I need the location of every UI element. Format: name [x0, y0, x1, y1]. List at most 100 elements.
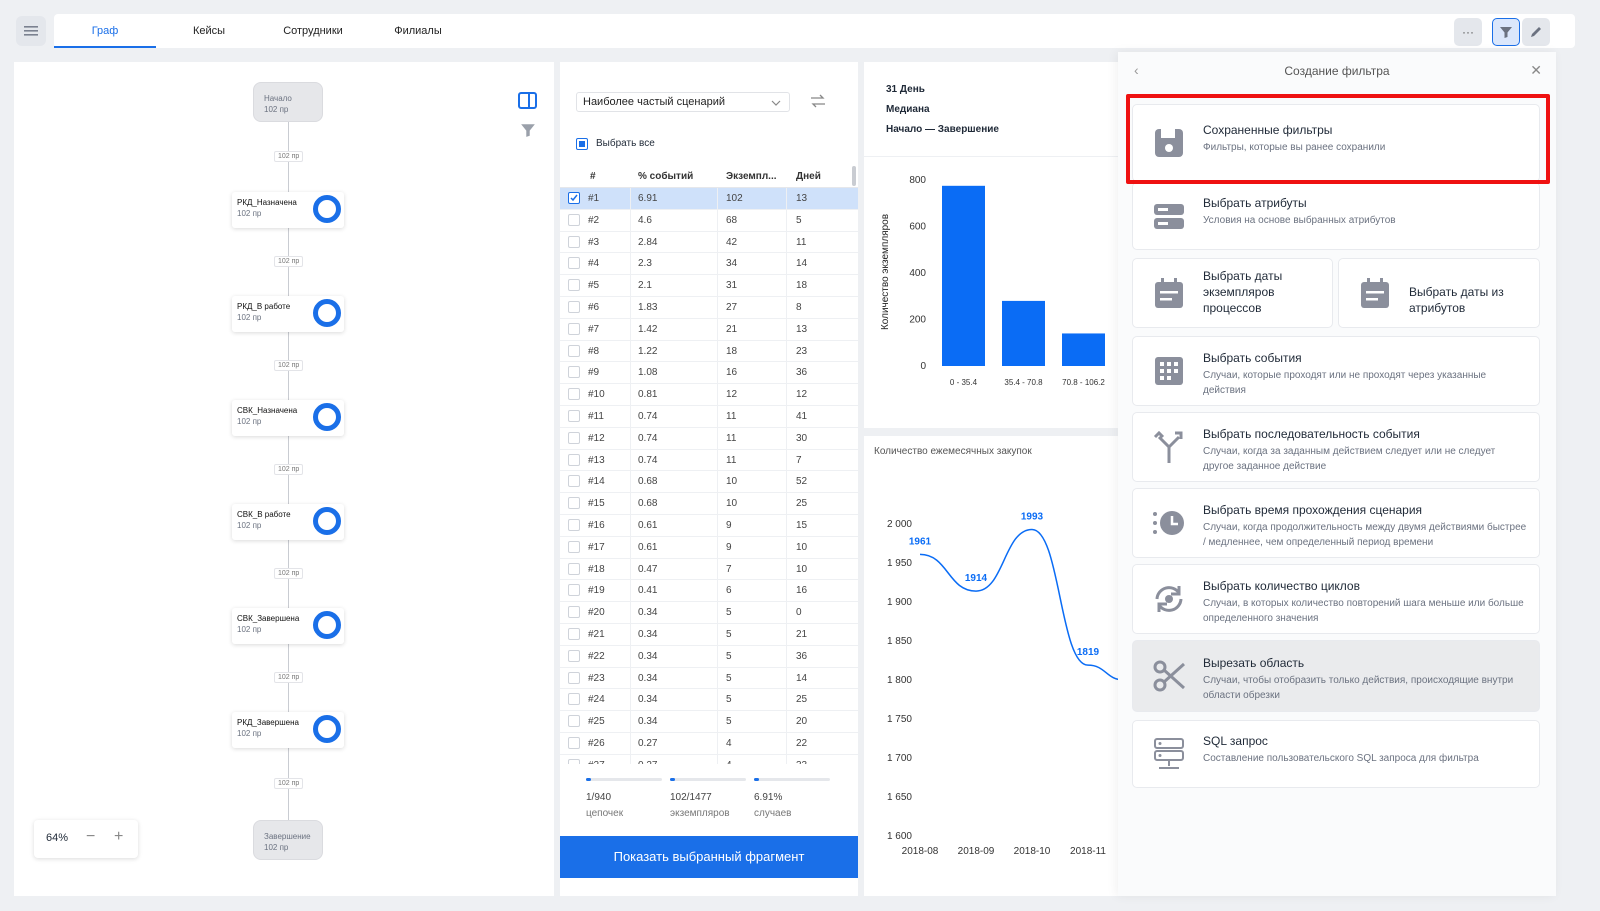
row-checkbox[interactable] — [568, 192, 580, 204]
table-row[interactable]: #18 0.47 7 10 — [560, 559, 858, 581]
layout-panel-icon[interactable] — [518, 92, 538, 110]
row-checkbox[interactable] — [568, 300, 580, 313]
table-row[interactable]: #20 0.34 5 0 — [560, 602, 858, 624]
table-row[interactable]: #15 0.68 10 25 — [560, 493, 858, 515]
table-row[interactable]: #8 1.22 18 23 — [560, 341, 858, 363]
close-icon[interactable]: ✕ — [1530, 62, 1542, 79]
table-row[interactable]: #23 0.34 5 14 — [560, 668, 858, 690]
table-row[interactable]: #25 0.34 5 20 — [560, 711, 858, 733]
tab-cases[interactable]: Кейсы — [170, 14, 248, 48]
row-checkbox[interactable] — [568, 497, 580, 510]
filter-option-card[interactable]: Выбрать последовательность события Случаи… — [1132, 412, 1540, 482]
row-checkbox[interactable] — [568, 518, 580, 531]
table-row[interactable]: #24 0.34 5 25 — [560, 689, 858, 712]
row-checkbox[interactable] — [568, 366, 580, 379]
row-checkbox[interactable] — [568, 409, 580, 422]
show-fragment-button[interactable]: Показать выбранный фрагмент — [560, 836, 858, 878]
table-row[interactable]: #2 4.6 68 5 — [560, 210, 858, 232]
table-row[interactable]: #14 0.68 10 52 — [560, 471, 858, 494]
filter-option-card[interactable]: Вырезать область Случаи, чтобы отобразить… — [1132, 640, 1540, 712]
row-checkbox[interactable] — [568, 562, 580, 575]
row-checkbox[interactable] — [568, 213, 580, 226]
filter-option-card[interactable]: Выбрать даты экземпляров процессов — [1132, 258, 1333, 328]
bar[interactable] — [942, 185, 985, 366]
select-all-checkbox[interactable] — [576, 138, 588, 150]
filter-option-card[interactable]: Выбрать даты из атрибутов — [1338, 258, 1540, 328]
table-row[interactable]: #21 0.34 5 21 — [560, 624, 858, 646]
table-row[interactable]: #10 0.81 12 12 — [560, 384, 858, 406]
tab-graph[interactable]: Граф — [54, 14, 156, 48]
row-checkbox[interactable] — [568, 322, 580, 335]
table-row[interactable]: #4 2.3 34 14 — [560, 253, 858, 276]
table-row[interactable]: #19 0.41 6 16 — [560, 580, 858, 603]
row-checkbox[interactable] — [568, 388, 580, 401]
col-events-header[interactable]: % событий — [638, 171, 693, 182]
process-node[interactable]: СВК_В работе 102 пр — [232, 504, 344, 540]
row-checkbox[interactable] — [568, 344, 580, 357]
menu-button[interactable] — [16, 16, 46, 46]
start-node[interactable]: Начало 102 пр — [253, 82, 323, 122]
table-row[interactable]: #13 0.74 11 7 — [560, 450, 858, 472]
table-row[interactable]: #6 1.83 27 8 — [560, 297, 858, 319]
filter-option-card[interactable]: Выбрать события Случаи, которые проходят … — [1132, 336, 1540, 406]
table-row[interactable]: #17 0.61 9 10 — [560, 537, 858, 559]
row-checkbox[interactable] — [568, 715, 580, 728]
table-row[interactable]: #1 6.91 102 13 — [560, 188, 858, 210]
filter-option-card[interactable]: Выбрать время прохождения сценария Случаи… — [1132, 488, 1540, 558]
bar[interactable] — [1002, 300, 1045, 366]
col-index-header[interactable]: # — [590, 171, 596, 182]
bar[interactable] — [1062, 333, 1105, 366]
table-row[interactable]: #7 1.42 21 13 — [560, 319, 858, 341]
process-node[interactable]: СВК_Завершена 102 пр — [232, 608, 344, 644]
filter-option-card[interactable]: Выбрать атрибуты Условия на основе выбран… — [1132, 182, 1540, 250]
table-row[interactable]: #26 0.27 4 22 — [560, 733, 858, 755]
edit-button[interactable] — [1522, 18, 1550, 46]
table-row[interactable]: #5 2.1 31 18 — [560, 275, 858, 297]
row-checkbox[interactable] — [568, 627, 580, 640]
filter-option-card[interactable]: Выбрать количество циклов Случаи, в котор… — [1132, 564, 1540, 634]
process-node[interactable]: РКД_Завершена 102 пр — [232, 712, 344, 748]
table-row[interactable]: #3 2.84 42 11 — [560, 232, 858, 254]
row-checkbox[interactable] — [568, 693, 580, 706]
row-checkbox[interactable] — [568, 540, 580, 553]
row-checkbox[interactable] — [568, 453, 580, 466]
row-checkbox[interactable] — [568, 279, 580, 292]
process-node[interactable]: РКД_Назначена 102 пр — [232, 192, 344, 228]
end-node[interactable]: Завершение 102 пр — [253, 820, 323, 860]
table-row[interactable]: #11 0.74 11 41 — [560, 406, 858, 428]
row-checkbox[interactable] — [568, 257, 580, 270]
tab-employees[interactable]: Сотрудники — [272, 14, 354, 48]
table-scrollbar[interactable] — [852, 166, 856, 186]
more-button[interactable]: ··· — [1454, 18, 1482, 46]
table-row[interactable]: #27 0.27 4 33 — [560, 755, 858, 764]
swap-icon[interactable] — [810, 94, 826, 108]
y-tick-label: 2 000 — [887, 519, 912, 530]
stat-value: 102/1477 — [670, 792, 712, 803]
row-checkbox[interactable] — [568, 671, 580, 684]
col-days-header[interactable]: Дней — [796, 171, 821, 182]
row-checkbox[interactable] — [568, 758, 580, 764]
row-checkbox[interactable] — [568, 431, 580, 444]
row-checkbox[interactable] — [568, 736, 580, 749]
zoom-out-button[interactable]: − — [86, 828, 95, 846]
row-checkbox[interactable] — [568, 584, 580, 597]
row-checkbox[interactable] — [568, 649, 580, 662]
table-row[interactable]: #12 0.74 11 30 — [560, 428, 858, 450]
scenario-select[interactable]: Наиболее частый сценарий — [576, 92, 790, 112]
table-row[interactable]: #16 0.61 9 15 — [560, 515, 858, 537]
process-node[interactable]: РКД_В работе 102 пр — [232, 296, 344, 332]
row-checkbox[interactable] — [568, 606, 580, 619]
filter-button[interactable] — [1492, 18, 1520, 46]
row-checkbox[interactable] — [568, 475, 580, 488]
zoom-in-button[interactable]: + — [114, 828, 123, 846]
filter-option-card[interactable]: SQL запрос Составление пользовательского … — [1132, 720, 1540, 788]
table-row[interactable]: #22 0.34 5 36 — [560, 646, 858, 668]
row-instances: 7 — [726, 563, 732, 575]
row-checkbox[interactable] — [568, 235, 580, 248]
tab-branches[interactable]: Филиалы — [382, 14, 454, 48]
funnel-icon[interactable] — [520, 122, 536, 138]
process-node[interactable]: СВК_Назначена 102 пр — [232, 400, 344, 436]
process-graph-panel[interactable]: Начало 102 пр 102 пр 102 пр 102 пр 102 пр 10… — [14, 62, 554, 896]
col-instances-header[interactable]: Экземпл... — [726, 171, 777, 182]
table-row[interactable]: #9 1.08 16 36 — [560, 362, 858, 385]
